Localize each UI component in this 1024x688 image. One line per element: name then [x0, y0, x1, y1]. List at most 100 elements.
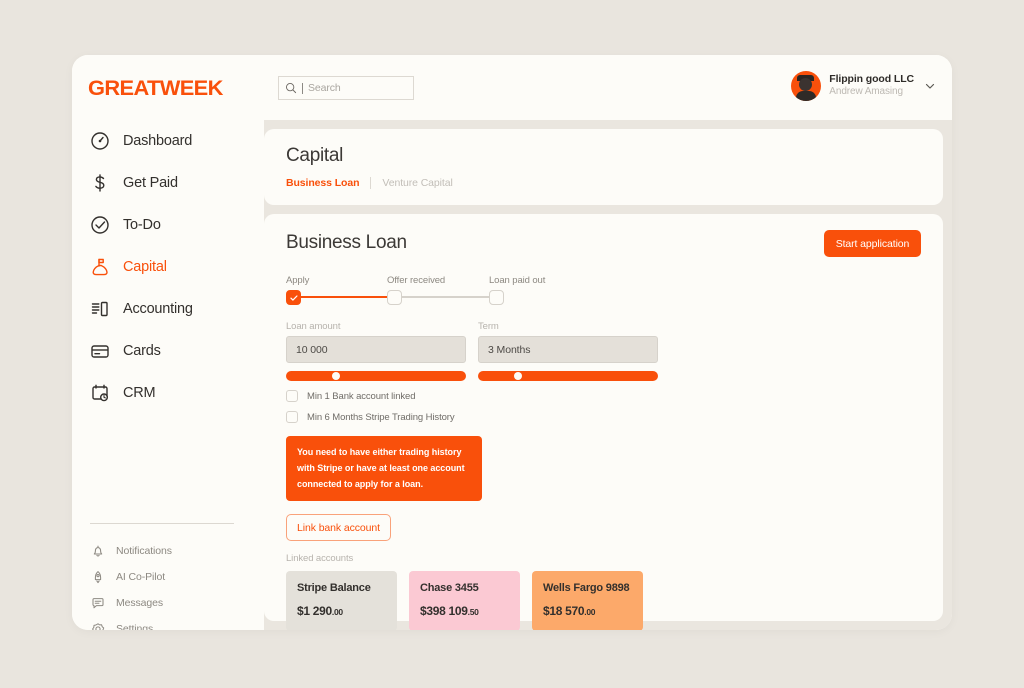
search-input[interactable]: Search	[278, 76, 414, 100]
sidebar-item-label: AI Co-Pilot	[116, 571, 166, 583]
stepper-step-apply[interactable]: Apply	[286, 275, 309, 305]
app-logo: GREATWEEK	[88, 77, 223, 100]
ledger-icon	[91, 301, 108, 317]
user-company: Flippin good LLC	[829, 73, 914, 86]
sidebar-item-dashboard[interactable]: Dashboard	[72, 120, 264, 162]
top-bar: GREATWEEK Search Flippin good LLC Andrew…	[72, 55, 952, 120]
bell-icon	[93, 545, 103, 557]
sidebar-item-label: CRM	[123, 385, 156, 401]
capital-header-card: Capital Business Loan Venture Capital	[264, 129, 943, 205]
loan-form: Loan amount 10 000 Term 3 Months	[286, 321, 921, 381]
account-balance-whole: $18 570	[543, 604, 585, 619]
requirement-row[interactable]: Min 1 Bank account linked	[286, 390, 921, 402]
check-icon	[289, 294, 298, 301]
stepper-step-label: Apply	[286, 275, 310, 286]
sidebar-item-cards[interactable]: Cards	[72, 330, 264, 372]
main-content: Capital Business Loan Venture Capital Bu…	[264, 120, 952, 630]
requirement-label: Min 1 Bank account linked	[307, 390, 416, 402]
account-balance: $398 109.50	[420, 604, 509, 618]
sidebar-item-label: Settings	[116, 623, 154, 630]
stepper-checkbox-empty[interactable]	[489, 290, 504, 305]
credit-card-icon	[91, 345, 109, 358]
sidebar-item-label: Notifications	[116, 545, 172, 557]
account-card[interactable]: Wells Fargo 9898 $18 570.00	[532, 571, 643, 630]
dollar-icon	[95, 174, 105, 192]
stepper-checkbox-empty[interactable]	[387, 290, 402, 305]
stepper-line-filled	[301, 296, 394, 298]
sidebar: Dashboard Get Paid To-Do Capital Account…	[72, 120, 264, 630]
account-card[interactable]: Chase 3455 $398 109.50	[409, 571, 520, 630]
term-input[interactable]: 3 Months	[478, 336, 658, 363]
capital-tabs: Business Loan Venture Capital	[286, 177, 921, 189]
page-title: Capital	[286, 145, 344, 166]
sidebar-item-label: Cards	[123, 343, 161, 359]
user-text: Flippin good LLC Andrew Amasing	[829, 73, 914, 99]
sidebar-item-label: To-Do	[123, 217, 161, 233]
sidebar-item-crm[interactable]: CRM	[72, 372, 264, 414]
sidebar-item-label: Dashboard	[123, 133, 193, 149]
term-label: Term	[478, 321, 499, 332]
sidebar-divider	[90, 523, 234, 524]
link-bank-account-button[interactable]: Link bank account	[286, 514, 391, 542]
requirement-checkbox[interactable]	[286, 390, 298, 402]
calendar-clock-icon	[92, 384, 108, 402]
sidebar-item-notifications[interactable]: Notifications	[72, 538, 264, 564]
user-menu[interactable]: Flippin good LLC Andrew Amasing	[791, 71, 936, 101]
account-balance-whole: $398 109	[420, 604, 468, 619]
user-name: Andrew Amasing	[829, 86, 903, 98]
loan-amount-input[interactable]: 10 000	[286, 336, 466, 363]
linked-accounts-label: Linked accounts	[286, 553, 354, 565]
search-placeholder: Search	[308, 82, 341, 94]
account-card[interactable]: Stripe Balance $1 290.00	[286, 571, 397, 630]
term-field-group: Term 3 Months	[478, 321, 658, 381]
business-loan-card: Business Loan Start application Apply Of…	[264, 214, 943, 630]
message-icon	[92, 598, 104, 609]
stepper-step-label: Offer received	[387, 275, 446, 286]
sidebar-item-label: Get Paid	[123, 175, 178, 191]
start-application-button[interactable]: Start application	[824, 230, 921, 257]
sidebar-item-accounting[interactable]: Accounting	[72, 288, 264, 330]
account-name: Chase 3455	[420, 582, 479, 595]
sidebar-item-label: Capital	[123, 259, 167, 275]
account-balance-cents: .00	[584, 607, 596, 618]
gear-icon	[92, 623, 105, 630]
sidebar-item-capital[interactable]: Capital	[72, 246, 264, 288]
account-balance-whole: $1 290	[297, 604, 332, 619]
money-bag-icon	[92, 258, 108, 276]
stepper-step-label: Loan paid out	[489, 275, 546, 286]
account-balance-cents: .00	[331, 607, 343, 618]
stepper-step-offer-received[interactable]: Offer received	[387, 275, 445, 305]
check-circle-icon	[91, 216, 109, 234]
speedometer-icon	[91, 132, 109, 150]
loan-amount-slider[interactable]	[286, 371, 466, 381]
tab-business-loan[interactable]: Business Loan	[286, 177, 370, 189]
stepper-checkbox-checked[interactable]	[286, 290, 301, 305]
warning-message: You need to have either trading history …	[286, 436, 482, 502]
account-balance: $18 570.00	[543, 604, 632, 618]
account-balance: $1 290.00	[297, 604, 386, 618]
tab-venture-capital[interactable]: Venture Capital	[370, 177, 463, 189]
account-name: Wells Fargo 9898	[543, 582, 630, 595]
app-window: GREATWEEK Search Flippin good LLC Andrew…	[72, 55, 952, 630]
slider-knob[interactable]	[513, 372, 522, 380]
chevron-down-icon[interactable]	[924, 80, 936, 92]
slider-knob[interactable]	[332, 372, 341, 380]
sidebar-item-ai-copilot[interactable]: AI Co-Pilot	[72, 564, 264, 590]
account-name: Stripe Balance	[297, 582, 371, 595]
loan-progress-stepper: Apply Offer received Loan paid out	[286, 275, 546, 307]
avatar	[791, 71, 822, 101]
term-slider[interactable]	[478, 371, 658, 381]
sidebar-item-get-paid[interactable]: Get Paid	[72, 162, 264, 204]
search-icon	[285, 82, 297, 94]
requirement-checkbox[interactable]	[286, 411, 298, 423]
stepper-step-loan-paid-out[interactable]: Loan paid out	[489, 275, 545, 305]
loan-amount-field-group: Loan amount 10 000	[286, 321, 466, 381]
sidebar-item-messages[interactable]: Messages	[72, 590, 264, 616]
loan-amount-label: Loan amount	[286, 321, 341, 332]
sidebar-item-label: Messages	[116, 597, 164, 609]
text-caret	[302, 82, 303, 94]
sidebar-item-to-do[interactable]: To-Do	[72, 204, 264, 246]
requirement-row[interactable]: Min 6 Months Stripe Trading History	[286, 411, 921, 423]
sidebar-item-settings[interactable]: Settings	[72, 616, 264, 630]
sidebar-item-label: Accounting	[123, 301, 193, 317]
